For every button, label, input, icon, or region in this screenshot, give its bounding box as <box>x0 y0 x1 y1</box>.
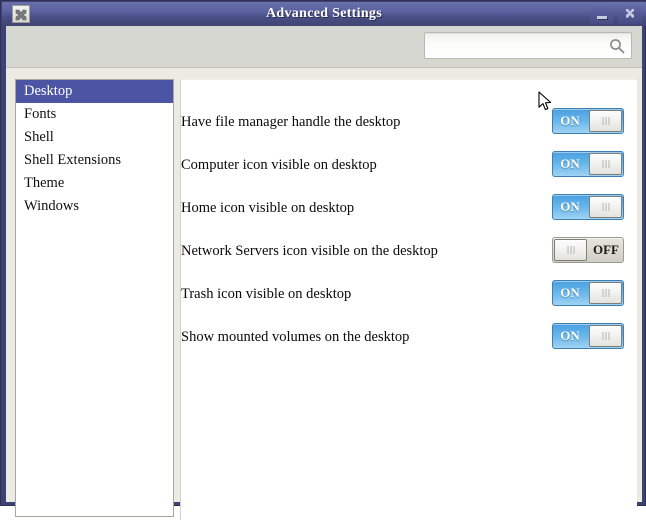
toggle-knob <box>589 282 622 304</box>
sidebar-item-theme[interactable]: Theme <box>16 172 173 195</box>
grip-icon <box>602 117 609 125</box>
setting-row: Network Servers icon visible on the desk… <box>181 237 637 265</box>
title-bar: Advanced Settings <box>2 2 646 26</box>
minimize-icon <box>590 4 614 24</box>
toggle-state-label: ON <box>560 113 580 128</box>
toggle-computer-icon-visible-on-desktop[interactable]: ON <box>552 151 624 177</box>
toggle-knob <box>589 110 622 132</box>
grip-icon <box>602 203 609 211</box>
close-button[interactable] <box>618 4 642 24</box>
setting-label: Computer icon visible on desktop <box>181 157 377 173</box>
toggle-state-label: OFF <box>593 242 619 257</box>
toggle-knob <box>589 325 622 347</box>
setting-label: Trash icon visible on desktop <box>181 286 352 302</box>
toggle-knob <box>589 153 622 175</box>
sidebar-item-label: Windows <box>24 198 79 214</box>
setting-label: Network Servers icon visible on the desk… <box>181 243 438 259</box>
setting-label: Have file manager handle the desktop <box>181 114 401 130</box>
sidebar-item-label: Shell <box>24 129 54 145</box>
grip-icon <box>602 332 609 340</box>
grip-icon <box>602 289 609 297</box>
search-box[interactable] <box>424 32 632 59</box>
grip-icon <box>567 246 574 254</box>
sidebar-item-label: Theme <box>24 175 65 191</box>
toggle-state-label: ON <box>560 285 580 300</box>
grip-icon <box>602 160 609 168</box>
setting-row: Trash icon visible on desktop ON <box>181 280 637 308</box>
sidebar-item-label: Desktop <box>24 83 73 99</box>
search-input[interactable] <box>431 35 603 58</box>
setting-label: Home icon visible on desktop <box>181 200 355 216</box>
settings-panel: Have file manager handle the desktop ON … <box>180 79 637 520</box>
sidebar-item-windows[interactable]: Windows <box>16 195 173 218</box>
search-icon <box>608 37 626 55</box>
minimize-button[interactable] <box>590 4 614 24</box>
sidebar-list[interactable]: Desktop Fonts Shell Shell Extensions The… <box>15 79 174 517</box>
setting-row: Show mounted volumes on the desktop ON <box>181 323 637 351</box>
setting-row: Home icon visible on desktop ON <box>181 194 637 222</box>
toggle-state-label: ON <box>560 328 580 343</box>
toggle-knob <box>589 196 622 218</box>
toggle-network-servers-icon-visible-on-the-desktop[interactable]: OFF <box>552 237 624 263</box>
toggle-home-icon-visible-on-desktop[interactable]: ON <box>552 194 624 220</box>
toggle-state-label: ON <box>560 156 580 171</box>
toggle-have-file-manager-handle-the-desktop[interactable]: ON <box>552 108 624 134</box>
sidebar-item-fonts[interactable]: Fonts <box>16 103 173 126</box>
close-icon <box>618 4 642 24</box>
sidebar-item-shell[interactable]: Shell <box>16 126 173 149</box>
toggle-trash-icon-visible-on-desktop[interactable]: ON <box>552 280 624 306</box>
toggle-state-label: ON <box>560 199 580 214</box>
toggle-show-mounted-volumes-on-the-desktop[interactable]: ON <box>552 323 624 349</box>
window-title: Advanced Settings <box>266 6 382 21</box>
client-area: Desktop Fonts Shell Shell Extensions The… <box>6 26 642 520</box>
sidebar-item-shell-extensions[interactable]: Shell Extensions <box>16 149 173 172</box>
setting-row: Have file manager handle the desktop ON <box>181 108 637 136</box>
sidebar-item-desktop[interactable]: Desktop <box>16 80 173 103</box>
setting-label: Show mounted volumes on the desktop <box>181 329 410 345</box>
sidebar-item-label: Shell Extensions <box>24 152 122 168</box>
window-controls <box>590 4 642 24</box>
application-window: Advanced Settings Desktop Fonts Shell Sh… <box>0 0 646 520</box>
toolbar <box>6 26 642 68</box>
toggle-knob <box>554 239 587 261</box>
sidebar-item-label: Fonts <box>24 106 57 122</box>
setting-row: Computer icon visible on desktop ON <box>181 151 637 179</box>
